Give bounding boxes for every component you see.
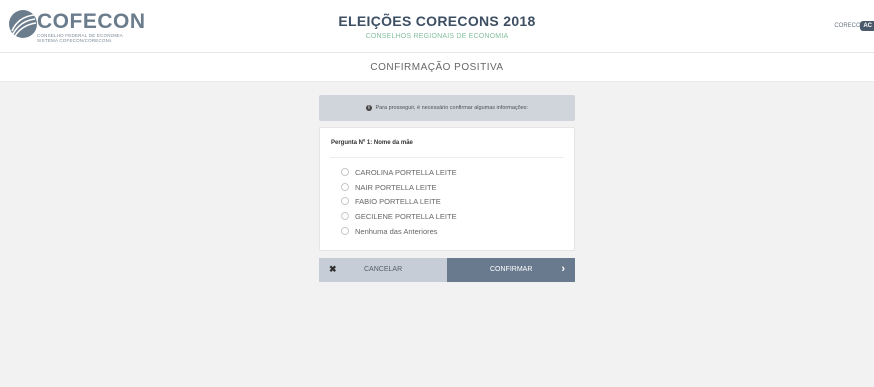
confirm-label: CONFIRMAR xyxy=(490,266,533,273)
option-1[interactable]: NAIR PORTELLA LEITE xyxy=(341,181,437,193)
section-bar: CONFIRMAÇÃO POSITIVA xyxy=(0,53,874,82)
info-message: Para prosseguir, é necessário confirmar … xyxy=(375,105,529,111)
radio-button[interactable] xyxy=(341,183,349,191)
option-3[interactable]: GECILENE PORTELLA LEITE xyxy=(341,210,457,222)
chevron-right-icon: › xyxy=(561,263,565,275)
option-0[interactable]: CAROLINA PORTELLA LEITE xyxy=(341,166,457,178)
option-label: NAIR PORTELLA LEITE xyxy=(355,182,437,192)
page-subtitle: CONSELHOS REGIONAIS DE ECONOMIA xyxy=(365,33,509,40)
cancel-button[interactable]: ✖ CANCELAR xyxy=(319,258,447,282)
corecon-badge[interactable]: AC xyxy=(860,21,874,31)
question-label: Pergunta Nº 1: Nome da mãe xyxy=(331,140,413,146)
option-4[interactable]: Nenhuma das Anteriores xyxy=(341,225,438,237)
cancel-label: CANCELAR xyxy=(364,266,403,273)
info-alert: i Para prosseguir, é necessário confirma… xyxy=(319,95,575,121)
confirm-button[interactable]: CONFIRMAR › xyxy=(447,258,575,282)
radio-button[interactable] xyxy=(341,197,349,205)
close-icon: ✖ xyxy=(329,264,337,274)
divider xyxy=(330,157,564,158)
question-card: Pergunta Nº 1: Nome da mãe CAROLINA PORT… xyxy=(319,127,575,251)
option-label: GECILENE PORTELLA LEITE xyxy=(355,211,457,221)
radio-button[interactable] xyxy=(341,227,349,235)
radio-button[interactable] xyxy=(341,212,349,220)
header: COFECON CONSELHO FEDERAL DE ECONOMIA SIS… xyxy=(0,0,874,53)
option-label: CAROLINA PORTELLA LEITE xyxy=(355,167,457,177)
option-2[interactable]: FABIO PORTELLA LEITE xyxy=(341,195,441,207)
page-title: ELEIÇÕES CORECONS 2018 xyxy=(338,13,536,29)
option-label: Nenhuma das Anteriores xyxy=(355,226,438,236)
info-circle-icon: i xyxy=(365,104,372,111)
section-title: CONFIRMAÇÃO POSITIVA xyxy=(370,62,504,73)
option-label: FABIO PORTELLA LEITE xyxy=(355,196,441,206)
radio-button[interactable] xyxy=(341,168,349,176)
